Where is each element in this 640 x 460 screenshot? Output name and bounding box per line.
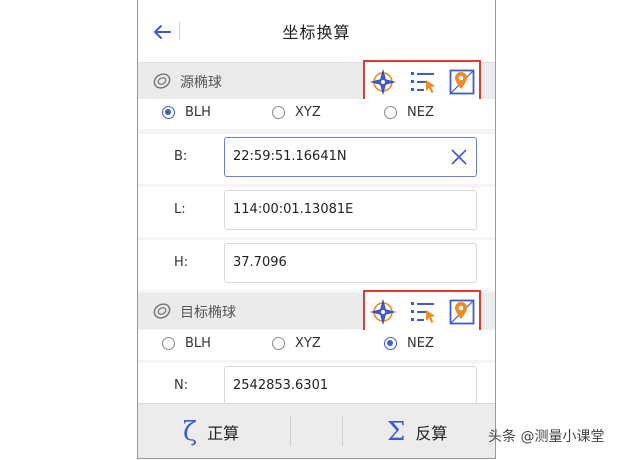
sigma-icon: Σ	[387, 416, 406, 447]
h-input[interactable]: 37.7096	[224, 243, 477, 283]
l-value: 114:00:01.13081E	[233, 202, 354, 217]
ellipsoid-icon	[153, 303, 171, 319]
target-format-options: BLH XYZ NEZ	[138, 330, 495, 360]
h-value: 37.7096	[233, 255, 287, 270]
page-title: 坐标换算	[282, 23, 351, 42]
list-cursor-icon[interactable]	[410, 69, 436, 95]
field-h-row: H: 37.7096	[138, 240, 495, 290]
radio-label: NEZ	[407, 105, 434, 120]
radio-label: XYZ	[295, 336, 321, 351]
inverse-calc-button[interactable]: Σ 反算	[387, 404, 448, 458]
target-radio-nez[interactable]: NEZ	[384, 336, 434, 351]
app-screen: 坐标换算 源椭球 BLH XYZ NEZ B: 22:59:51.16641N …	[137, 0, 496, 459]
target-radio-xyz[interactable]: XYZ	[272, 336, 321, 351]
radio-icon[interactable]	[272, 337, 285, 350]
radio-icon[interactable]	[272, 106, 285, 119]
radio-label: NEZ	[407, 336, 434, 351]
l-input[interactable]: 114:00:01.13081E	[224, 190, 477, 230]
radio-icon[interactable]	[384, 106, 397, 119]
field-label: H:	[174, 255, 189, 270]
field-label: B:	[174, 149, 188, 164]
field-label: N:	[174, 378, 189, 393]
field-label: L:	[174, 202, 186, 217]
divider	[342, 416, 343, 446]
field-l-row: L: 114:00:01.13081E	[138, 187, 495, 237]
map-pin-icon[interactable]	[449, 299, 475, 325]
target-tool-group	[363, 290, 481, 332]
target-radio-blh[interactable]: BLH	[162, 336, 211, 351]
map-pin-icon[interactable]	[449, 69, 475, 95]
field-b-row: B: 22:59:51.16641N	[138, 134, 495, 184]
source-format-options: BLH XYZ NEZ	[138, 99, 495, 129]
b-input[interactable]: 22:59:51.16641N	[224, 137, 477, 177]
n-value: 2542853.6301	[233, 378, 329, 393]
close-icon[interactable]	[450, 148, 468, 166]
watermark: 头条 @测量小课堂	[488, 429, 605, 445]
button-label: 反算	[415, 423, 448, 443]
list-cursor-icon[interactable]	[410, 299, 436, 325]
n-input[interactable]: 2542853.6301	[224, 366, 477, 406]
radio-label: BLH	[185, 105, 211, 120]
section-title: 源椭球	[180, 75, 222, 91]
title-bar: 坐标换算	[138, 0, 495, 63]
source-radio-nez[interactable]: NEZ	[384, 105, 434, 120]
section-title: 目标椭球	[180, 305, 236, 321]
forward-calc-button[interactable]: ζ 正算	[183, 404, 240, 458]
bottom-action-bar: ζ 正算 Σ 反算	[138, 403, 495, 458]
radio-label: BLH	[185, 336, 211, 351]
radio-selected-icon[interactable]	[384, 337, 397, 350]
b-value: 22:59:51.16641N	[233, 149, 347, 164]
radio-icon[interactable]	[162, 337, 175, 350]
compass-star-icon[interactable]	[370, 69, 396, 95]
divider	[290, 416, 291, 446]
compass-star-icon[interactable]	[370, 299, 396, 325]
zeta-icon: ζ	[183, 416, 198, 447]
source-radio-xyz[interactable]: XYZ	[272, 105, 321, 120]
ellipsoid-icon	[153, 73, 171, 89]
radio-selected-icon[interactable]	[162, 106, 175, 119]
radio-label: XYZ	[295, 105, 321, 120]
source-tool-group	[363, 60, 481, 102]
button-label: 正算	[207, 423, 240, 443]
source-radio-blh[interactable]: BLH	[162, 105, 211, 120]
